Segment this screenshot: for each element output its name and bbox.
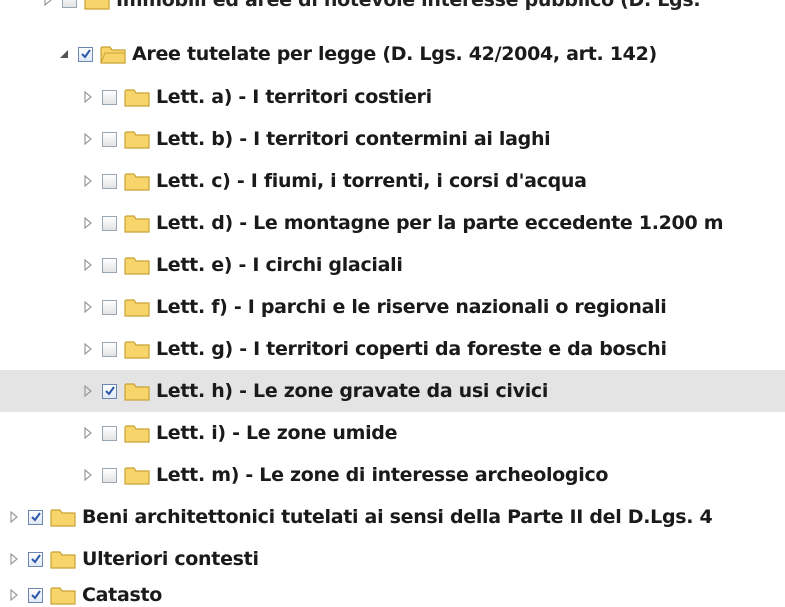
checkbox-checked[interactable]	[78, 46, 93, 62]
folder-icon	[124, 425, 150, 443]
tree-node-lett-a[interactable]: Lett. a) - I territori costieri	[0, 76, 785, 118]
tree-node-label: Immobili ed aree di notevole interesse p…	[116, 0, 701, 11]
tree-node-label: Lett. g) - I territori coperti da forest…	[156, 338, 667, 360]
tree-node-label: Catasto	[82, 584, 163, 606]
tree-node-label: Lett. d) - Le montagne per la parte ecce…	[156, 212, 724, 234]
checkbox[interactable]	[102, 89, 117, 105]
checkbox-checked[interactable]	[28, 509, 43, 525]
folder-icon	[50, 551, 76, 569]
folder-icon	[124, 299, 150, 317]
checkbox[interactable]	[102, 299, 117, 315]
folder-icon	[124, 341, 150, 359]
checkbox[interactable]	[102, 467, 117, 483]
expand-icon[interactable]	[80, 341, 96, 357]
tree-node-label: Lett. i) - Le zone umide	[156, 422, 398, 444]
folder-icon	[124, 383, 150, 401]
folder-icon	[50, 587, 76, 605]
folder-open-icon	[100, 46, 126, 64]
checkbox[interactable]	[102, 257, 117, 273]
expand-icon[interactable]	[80, 215, 96, 231]
expand-icon[interactable]	[6, 587, 22, 603]
tree-node-immobili[interactable]: Immobili ed aree di notevole interesse p…	[40, 0, 785, 21]
expand-icon[interactable]	[80, 467, 96, 483]
folder-icon	[124, 257, 150, 275]
tree-node-lett-i[interactable]: Lett. i) - Le zone umide	[0, 412, 785, 454]
folder-icon	[50, 509, 76, 527]
collapse-icon[interactable]	[56, 46, 72, 62]
tree-node-label: Lett. e) - I circhi glaciali	[156, 254, 403, 276]
tree-node-lett-d[interactable]: Lett. d) - Le montagne per la parte ecce…	[0, 202, 785, 244]
tree-node-beni-architettonici[interactable]: Beni architettonici tutelati ai sensi de…	[0, 496, 785, 538]
checkbox[interactable]	[102, 215, 117, 231]
tree-node-lett-e[interactable]: Lett. e) - I circhi glaciali	[0, 244, 785, 286]
tree-node-label: Lett. b) - I territori contermini ai lag…	[156, 128, 551, 150]
folder-icon	[124, 131, 150, 149]
layer-tree: Immobili ed aree di notevole interesse p…	[0, 0, 785, 607]
expand-icon[interactable]	[80, 257, 96, 273]
tree-node-lett-f[interactable]: Lett. f) - I parchi e le riserve naziona…	[0, 286, 785, 328]
folder-icon	[84, 0, 110, 10]
folder-icon	[124, 89, 150, 107]
expand-icon[interactable]	[40, 0, 56, 8]
checkbox[interactable]	[62, 0, 77, 8]
tree-node-lett-c[interactable]: Lett. c) - I fiumi, i torrenti, i corsi …	[0, 160, 785, 202]
tree-node-lett-m[interactable]: Lett. m) - Le zone di interesse archeolo…	[0, 454, 785, 496]
expand-icon[interactable]	[80, 89, 96, 105]
checkbox-checked[interactable]	[28, 587, 43, 603]
tree-node-label: Ulteriori contesti	[82, 548, 259, 570]
tree-node-lett-g[interactable]: Lett. g) - I territori coperti da forest…	[0, 328, 785, 370]
checkbox[interactable]	[102, 131, 117, 147]
tree-node-label: Lett. m) - Le zone di interesse archeolo…	[156, 464, 609, 486]
tree-node-label: Aree tutelate per legge (D. Lgs. 42/2004…	[132, 43, 657, 65]
expand-icon[interactable]	[80, 173, 96, 189]
checkbox-checked[interactable]	[102, 383, 117, 399]
tree-node-label: Lett. c) - I fiumi, i torrenti, i corsi …	[156, 170, 587, 192]
folder-icon	[124, 173, 150, 191]
tree-node-lett-b[interactable]: Lett. b) - I territori contermini ai lag…	[0, 118, 785, 160]
expand-icon[interactable]	[80, 299, 96, 315]
tree-node-label: Beni architettonici tutelati ai sensi de…	[82, 506, 713, 528]
expand-icon[interactable]	[6, 509, 22, 525]
checkbox[interactable]	[102, 425, 117, 441]
folder-icon	[124, 215, 150, 233]
checkbox[interactable]	[102, 341, 117, 357]
checkbox-checked[interactable]	[28, 551, 43, 567]
tree-node-catasto[interactable]: Catasto	[0, 574, 785, 607]
checkbox[interactable]	[102, 173, 117, 189]
tree-node-label: Lett. h) - Le zone gravate da usi civici	[156, 380, 549, 402]
expand-icon[interactable]	[80, 131, 96, 147]
tree-node-label: Lett. a) - I territori costieri	[156, 86, 432, 108]
expand-icon[interactable]	[6, 551, 22, 567]
tree-node-lett-h[interactable]: Lett. h) - Le zone gravate da usi civici	[0, 370, 785, 412]
tree-node-aree-tutelate[interactable]: Aree tutelate per legge (D. Lgs. 42/2004…	[0, 33, 785, 75]
expand-icon[interactable]	[80, 383, 96, 399]
folder-icon	[124, 467, 150, 485]
expand-icon[interactable]	[80, 425, 96, 441]
tree-node-label: Lett. f) - I parchi e le riserve naziona…	[156, 296, 667, 318]
